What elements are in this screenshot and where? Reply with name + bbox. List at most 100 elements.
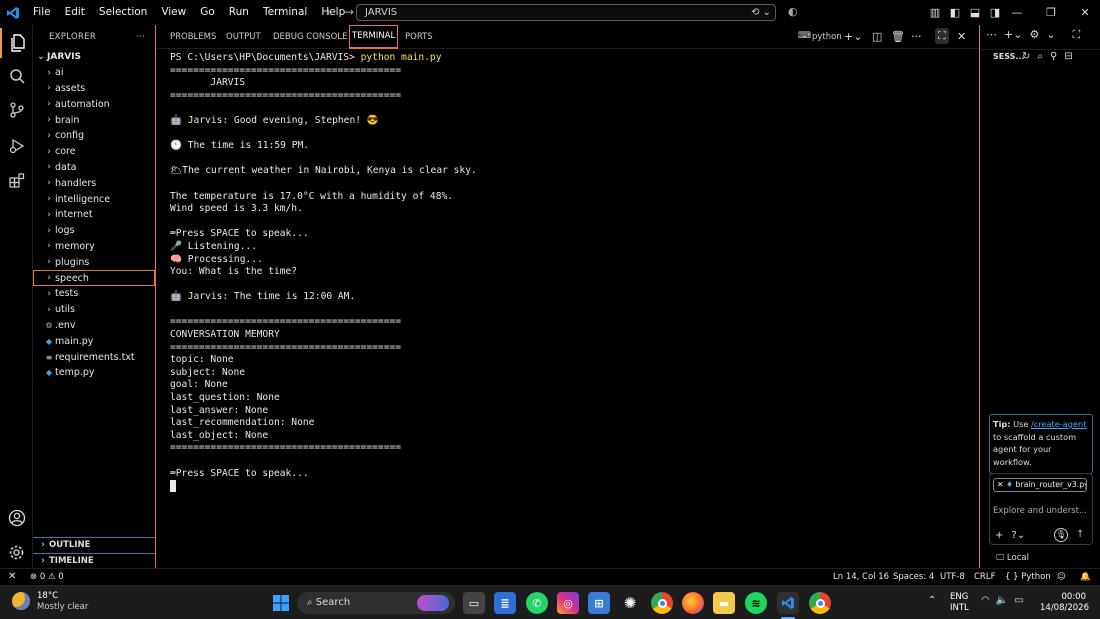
search-sessions-icon[interactable]: ⌕ bbox=[1037, 51, 1043, 62]
layout-customize-icon[interactable]: ▥ bbox=[925, 6, 945, 19]
menu-terminal[interactable]: Terminal bbox=[256, 0, 314, 25]
account-icon[interactable] bbox=[0, 503, 33, 533]
menu-go[interactable]: Go bbox=[193, 0, 222, 25]
copilot-icon[interactable]: ⟲ ⌄ bbox=[751, 5, 771, 20]
kill-terminal-icon[interactable]: 🗑 bbox=[891, 30, 905, 43]
notifications-bell-icon[interactable]: 🔔 bbox=[1080, 569, 1091, 585]
refresh-icon[interactable]: ↻ bbox=[1022, 51, 1030, 62]
more-terminal-actions-icon[interactable]: ··· bbox=[911, 30, 922, 43]
chatgpt-icon[interactable]: ✺ bbox=[619, 592, 641, 614]
file-explorer-icon[interactable]: ▬ bbox=[713, 592, 735, 614]
folder-intelligence[interactable]: › intelligence bbox=[33, 191, 155, 207]
language-mode[interactable]: { } Python bbox=[1005, 569, 1051, 585]
terminal-shell-label[interactable]: python bbox=[812, 25, 842, 49]
settings-gear-icon[interactable] bbox=[0, 537, 33, 567]
firefox-icon[interactable] bbox=[682, 592, 704, 614]
problems-indicator[interactable]: ⊗ 0 ⚠ 0 bbox=[30, 569, 64, 585]
create-agent-link[interactable]: /create-agent bbox=[1031, 419, 1086, 429]
menu-edit[interactable]: Edit bbox=[58, 0, 92, 25]
menu-view[interactable]: View bbox=[154, 0, 193, 25]
outline-section[interactable]: › OUTLINE bbox=[33, 537, 155, 552]
send-arrow-icon[interactable]: ↑ bbox=[1076, 529, 1084, 540]
close-window-icon[interactable]: ✕ bbox=[1068, 6, 1100, 19]
input-language[interactable]: ENG INTL bbox=[950, 592, 969, 614]
extensions-icon[interactable] bbox=[0, 165, 33, 195]
menu-run[interactable]: Run bbox=[222, 0, 256, 25]
remove-attachment-icon[interactable]: ✕ bbox=[997, 480, 1004, 489]
spotify-icon[interactable]: ≋ bbox=[745, 592, 767, 614]
maximize-panel-icon[interactable]: ⛶ bbox=[935, 28, 949, 44]
folder-plugins[interactable]: › plugins bbox=[33, 254, 155, 270]
tab-problems[interactable]: PROBLEMS bbox=[170, 25, 216, 49]
tab-terminal[interactable]: TERMINAL bbox=[349, 25, 399, 49]
new-terminal-icon[interactable]: +⌄ bbox=[844, 30, 862, 43]
tab-output[interactable]: OUTPUT bbox=[226, 25, 261, 49]
folder-automation[interactable]: › automation bbox=[33, 96, 155, 112]
encoding[interactable]: UTF-8 bbox=[940, 569, 965, 585]
chat-input[interactable]: Explore and underst... bbox=[993, 506, 1087, 516]
folder-logs[interactable]: › logs bbox=[33, 223, 155, 239]
close-panel-icon[interactable]: ✕ bbox=[957, 30, 966, 43]
folder-memory[interactable]: › memory bbox=[33, 239, 155, 255]
end-of-line[interactable]: CRLF bbox=[974, 569, 995, 585]
microsoft-store-icon[interactable]: ⊞ bbox=[588, 592, 610, 614]
indentation[interactable]: Spaces: 4 bbox=[893, 569, 934, 585]
folder-config[interactable]: › config bbox=[33, 128, 155, 144]
taskbar-search[interactable]: ⌕ Search bbox=[297, 592, 455, 614]
microphone-icon[interactable]: 🎙 bbox=[1054, 528, 1068, 542]
restore-icon[interactable]: ❐ bbox=[1034, 6, 1068, 19]
chrome-icon[interactable] bbox=[651, 592, 673, 614]
system-tray[interactable]: ◠ 🔈 ▭ bbox=[981, 595, 1024, 606]
terminal-output[interactable]: PS C:\Users\HP\Documents\JARVIS> python … bbox=[170, 52, 970, 552]
filter-icon[interactable]: ⚲ bbox=[1050, 51, 1057, 62]
chat-mode-selector[interactable]: 🖵 Local bbox=[996, 553, 1029, 563]
instagram-icon[interactable]: ◎ bbox=[557, 592, 579, 614]
split-terminal-icon[interactable]: ◫ bbox=[872, 30, 882, 43]
file-temp-py[interactable]: ◆ temp.py bbox=[33, 365, 155, 381]
chat-settings-icon[interactable]: ⚙ bbox=[1029, 28, 1039, 42]
show-hidden-icons-icon[interactable]: ⌃ bbox=[928, 595, 936, 606]
new-chat-icon[interactable]: +⌄ bbox=[1004, 28, 1022, 42]
toggle-panel-icon[interactable]: ⬓ bbox=[965, 6, 985, 19]
search-icon[interactable] bbox=[0, 61, 33, 91]
timeline-section[interactable]: › TIMELINE bbox=[33, 553, 155, 568]
folder-handlers[interactable]: › handlers bbox=[33, 175, 155, 191]
windows-start-icon[interactable] bbox=[270, 592, 292, 614]
cursor-position[interactable]: Ln 14, Col 16 bbox=[833, 569, 889, 585]
chat-menu-icon[interactable]: ⋯ bbox=[986, 28, 997, 42]
copilot-status-icon[interactable]: ◐ bbox=[788, 5, 798, 18]
remote-indicator-icon[interactable]: ✕ bbox=[8, 569, 16, 585]
toggle-sidebar-icon[interactable]: ◧ bbox=[945, 6, 965, 19]
minimize-icon[interactable]: — bbox=[1000, 6, 1034, 19]
folder-ai[interactable]: › ai bbox=[33, 65, 155, 81]
vscode-taskbar-icon[interactable] bbox=[777, 592, 799, 614]
more-actions-icon[interactable]: ··· bbox=[136, 32, 145, 42]
workspace-root[interactable]: ⌄ JARVIS bbox=[33, 49, 155, 65]
folder-core[interactable]: › core bbox=[33, 144, 155, 160]
source-control-icon[interactable] bbox=[0, 95, 33, 125]
collapse-icon[interactable]: ⊟ bbox=[1064, 51, 1072, 62]
whatsapp-icon[interactable]: ✆ bbox=[526, 592, 548, 614]
task-view-icon[interactable]: ▭ bbox=[463, 592, 485, 614]
folder-data[interactable]: › data bbox=[33, 160, 155, 176]
folder-tests[interactable]: › tests bbox=[33, 286, 155, 302]
file-requirements-txt[interactable]: ≡ requirements.txt bbox=[33, 349, 155, 365]
folder-internet[interactable]: › internet bbox=[33, 207, 155, 223]
folder-speech[interactable]: › speech bbox=[33, 270, 155, 286]
command-center-search[interactable]: JARVIS ⟲ ⌄ bbox=[356, 4, 776, 21]
explorer-files-icon[interactable] bbox=[0, 28, 33, 58]
tab-ports[interactable]: PORTS bbox=[405, 25, 433, 49]
folder-utils[interactable]: › utils bbox=[33, 302, 155, 318]
folder-assets[interactable]: › assets bbox=[33, 81, 155, 97]
weather-widget[interactable]: 18°C Mostly clear bbox=[37, 591, 88, 613]
menu-selection[interactable]: Selection bbox=[92, 0, 154, 25]
copilot-status-icon[interactable]: ☺ bbox=[1057, 569, 1066, 585]
back-arrow-icon[interactable]: ← bbox=[322, 5, 340, 19]
menu-file[interactable]: File bbox=[26, 0, 58, 25]
file-env[interactable]: ⚙ .env bbox=[33, 318, 155, 334]
help-icon[interactable]: ?⌄ bbox=[1011, 530, 1025, 541]
folder-brain[interactable]: › brain bbox=[33, 112, 155, 128]
file-main-py[interactable]: ◆ main.py bbox=[33, 333, 155, 349]
attached-file-chip[interactable]: ✕ ♦ brain_router_v3.py bbox=[993, 478, 1087, 492]
chrome-profile-icon[interactable] bbox=[809, 592, 831, 614]
